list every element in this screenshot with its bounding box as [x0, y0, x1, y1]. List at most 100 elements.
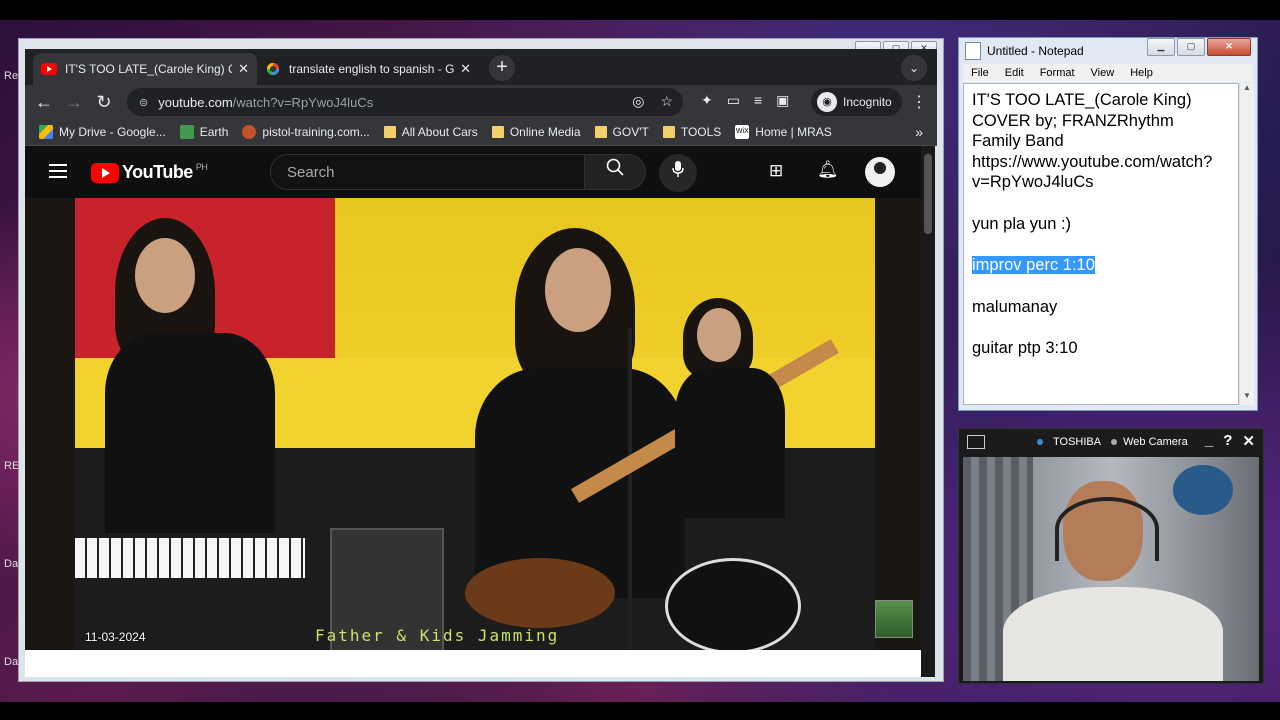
country-code: PH: [195, 161, 208, 172]
desktop-label: Da: [4, 558, 19, 570]
notepad-window-controls: ▁ ▢ ✕: [1147, 38, 1251, 56]
voice-search-button[interactable]: [659, 154, 697, 192]
bookmark-folder-tools[interactable]: TOOLS: [662, 125, 722, 139]
video-date-stamp: 11-03-2024: [85, 630, 146, 644]
extensions-icon[interactable]: ✦: [701, 92, 713, 109]
bookmark-label: TOOLS: [680, 125, 722, 139]
close-icon[interactable]: ✕: [1242, 432, 1255, 450]
url-host: youtube.com: [158, 94, 233, 110]
more-bookmarks-icon[interactable]: »: [915, 124, 923, 140]
menu-help[interactable]: Help: [1130, 67, 1153, 79]
bookmark-mras[interactable]: WiX Home | MRAS: [735, 125, 832, 139]
notepad-icon: [965, 42, 981, 60]
create-video-icon[interactable]: ⊞: [769, 161, 783, 181]
notepad-titlebar: Untitled - Notepad: [965, 42, 1084, 60]
tab-google-translate[interactable]: translate english to spanish - Goo ✕: [257, 53, 479, 85]
video-frame[interactable]: Father & Kids Jamming 11-03-2024: [75, 198, 875, 650]
bookmark-star-icon[interactable]: ☆: [660, 93, 673, 110]
bookmark-label: Earth: [199, 125, 229, 139]
page-scrollbar[interactable]: [921, 146, 935, 677]
snapshot-icon[interactable]: [967, 435, 985, 449]
menu-format[interactable]: Format: [1040, 67, 1075, 79]
search-button[interactable]: [584, 154, 646, 190]
tab-title: translate english to spanish - Goo: [289, 62, 455, 76]
video-person-guitarist-face: [545, 248, 611, 332]
maximize-button[interactable]: ▢: [1177, 38, 1205, 56]
notifications-bell-icon[interactable]: 🔔︎: [817, 160, 839, 180]
folder-icon: [662, 126, 675, 138]
tab-search-button[interactable]: ⌄: [901, 55, 927, 81]
video-player[interactable]: Father & Kids Jamming 11-03-2024: [25, 198, 921, 650]
reload-icon[interactable]: ↻: [93, 91, 115, 113]
desktop-label: Da: [4, 656, 19, 668]
webcam-window: TOSHIBA Web Camera _ ? ✕: [958, 428, 1264, 684]
bookmark-label: Home | MRAS: [755, 125, 832, 139]
bookmark-folder-govt[interactable]: GOV'T: [594, 125, 649, 139]
forward-icon[interactable]: →: [63, 91, 85, 113]
menu-kebab-icon[interactable]: ⋮: [911, 92, 927, 112]
new-tab-button[interactable]: +: [489, 55, 515, 81]
close-button[interactable]: ✕: [1207, 38, 1251, 56]
bookmark-folder-cars[interactable]: All About Cars: [383, 125, 478, 139]
notepad-text-area[interactable]: IT'S TOO LATE_(Carole King) COVER by; FR…: [963, 83, 1239, 405]
text-line: COVER by; FRANZRhythm: [972, 111, 1174, 130]
search-input[interactable]: Search: [270, 154, 584, 190]
minimize-icon[interactable]: _: [1205, 432, 1213, 450]
account-avatar[interactable]: [865, 157, 895, 187]
tab-youtube[interactable]: IT'S TOO LATE_(Carole King) COV ✕: [33, 53, 257, 85]
scroll-down-icon[interactable]: ▼: [1240, 391, 1254, 405]
desktop-label: RE: [4, 460, 20, 472]
letterbox-top: [0, 0, 1280, 20]
cast-icon[interactable]: ▭: [727, 92, 740, 109]
video-person-keyboardist-face: [135, 238, 195, 313]
bookmark-label: pistol-training.com...: [262, 125, 370, 139]
video-watermark: Father & Kids Jamming: [315, 626, 560, 645]
channel-watermark-thumbnail[interactable]: [875, 600, 913, 638]
site-info-icon[interactable]: ⊜: [139, 96, 148, 109]
webcam-feed: [963, 457, 1259, 681]
notepad-window: Untitled - Notepad ▁ ▢ ✕ File Edit Forma…: [958, 37, 1258, 411]
menu-file[interactable]: File: [971, 67, 989, 79]
bookmark-my-drive[interactable]: My Drive - Google...: [39, 125, 166, 139]
help-icon[interactable]: ?: [1223, 432, 1232, 450]
youtube-logo[interactable]: YouTube PH: [91, 161, 208, 183]
video-bass-drum: [665, 558, 801, 650]
text-line: IT'S TOO LATE_(Carole King): [972, 91, 1192, 109]
tracking-blocked-icon[interactable]: ◎: [632, 93, 644, 110]
notepad-scrollbar[interactable]: ▲ ▼: [1239, 83, 1254, 405]
menu-view[interactable]: View: [1091, 67, 1115, 79]
bookmark-label: Online Media: [509, 125, 581, 139]
video-mic-stand: [628, 328, 632, 650]
search-icon: [606, 158, 624, 176]
webcam-headphones: [1055, 497, 1159, 561]
incognito-icon: ◉: [817, 92, 837, 112]
media-controls-icon[interactable]: ≡: [754, 92, 762, 109]
bookmark-pistol-training[interactable]: pistol-training.com...: [242, 125, 370, 139]
browser-toolbar: ← → ↻ ⊜ youtube.com/watch?v=RpYwoJ4luCs …: [25, 85, 937, 119]
tab-bar: IT'S TOO LATE_(Carole King) COV ✕ transl…: [25, 49, 937, 85]
scrollbar-thumb[interactable]: [924, 154, 932, 234]
bookmark-earth[interactable]: Earth: [179, 125, 229, 139]
bookmark-folder-media[interactable]: Online Media: [491, 125, 581, 139]
hamburger-menu-icon[interactable]: [49, 161, 67, 182]
webcam-person-body: [1003, 587, 1223, 681]
minimize-button[interactable]: ▁: [1147, 38, 1175, 56]
text-line: malumanay: [972, 297, 1058, 316]
close-tab-icon[interactable]: ✕: [460, 61, 471, 77]
folder-icon: [594, 126, 607, 138]
address-bar[interactable]: ⊜ youtube.com/watch?v=RpYwoJ4luCs ◎ ☆: [127, 88, 683, 116]
close-tab-icon[interactable]: ✕: [238, 61, 249, 77]
incognito-badge[interactable]: ◉ Incognito: [811, 88, 902, 116]
scroll-up-icon[interactable]: ▲: [1240, 83, 1254, 97]
side-panel-icon[interactable]: ▣: [776, 92, 789, 109]
wix-icon: WiX: [735, 125, 750, 139]
youtube-page: YouTube PH Search ⊞ 🔔︎ Father & Kids Jam…: [25, 146, 921, 677]
youtube-logo-text: YouTube: [122, 162, 193, 182]
status-dot-icon: [1111, 439, 1118, 445]
status-dot-icon: [1037, 439, 1043, 445]
menu-edit[interactable]: Edit: [1005, 67, 1024, 79]
webcam-brand: TOSHIBA: [1053, 436, 1102, 448]
selected-text: improv perc 1:10: [972, 256, 1095, 274]
google-earth-icon: [179, 125, 194, 139]
back-icon[interactable]: ←: [33, 91, 55, 113]
